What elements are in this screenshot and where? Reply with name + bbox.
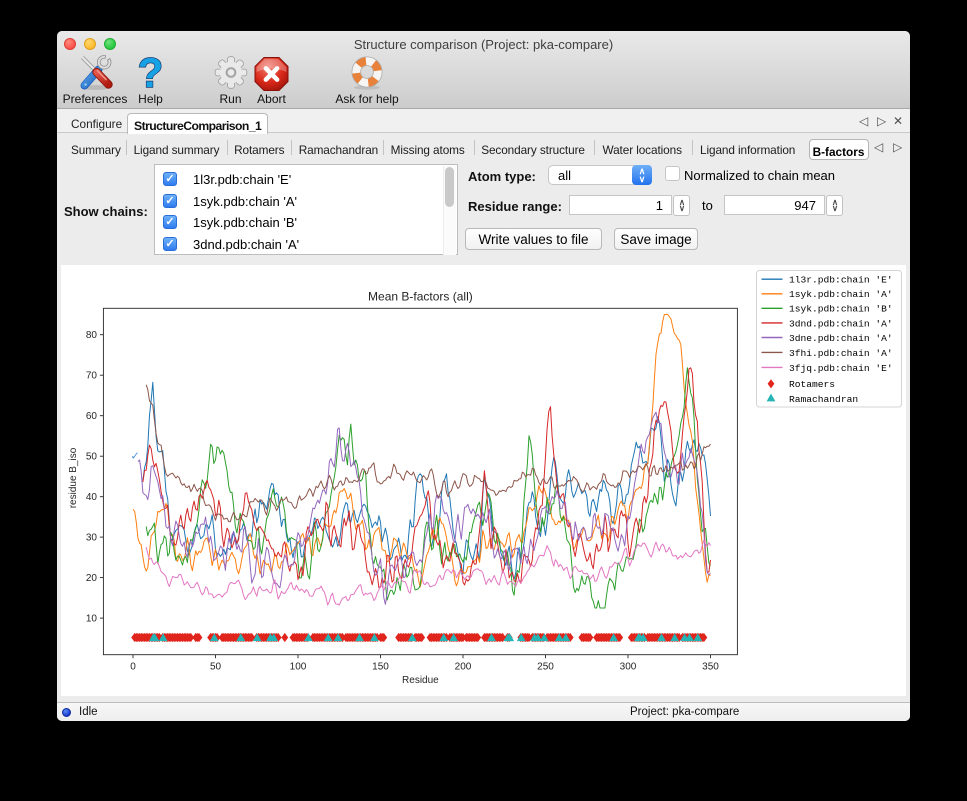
svg-text:60: 60 <box>86 411 98 422</box>
svg-text:3fhi.pdb:chain 'A': 3fhi.pdb:chain 'A' <box>789 348 893 359</box>
svg-text:300: 300 <box>620 662 637 673</box>
svg-text:250: 250 <box>537 662 554 673</box>
svg-text:residue B_iso: residue B_iso <box>68 447 79 508</box>
svg-text:350: 350 <box>702 662 719 673</box>
svg-text:20: 20 <box>86 573 98 584</box>
svg-text:10: 10 <box>86 614 98 625</box>
svg-text:1syk.pdb:chain 'A': 1syk.pdb:chain 'A' <box>789 289 893 300</box>
svg-text:70: 70 <box>86 371 98 382</box>
svg-text:50: 50 <box>210 662 222 673</box>
svg-text:3dnd.pdb:chain 'A': 3dnd.pdb:chain 'A' <box>789 318 893 329</box>
svg-text:Mean B-factors (all): Mean B-factors (all) <box>368 290 473 304</box>
svg-text:50: 50 <box>86 452 98 463</box>
svg-text:?: ? <box>138 49 164 96</box>
svg-text:30: 30 <box>86 533 98 544</box>
svg-text:40: 40 <box>86 492 98 503</box>
svg-text:3dne.pdb:chain 'A': 3dne.pdb:chain 'A' <box>789 333 893 344</box>
svg-text:Residue: Residue <box>402 675 439 686</box>
svg-text:1syk.pdb:chain 'B': 1syk.pdb:chain 'B' <box>789 304 893 315</box>
svg-text:150: 150 <box>372 662 389 673</box>
svg-text:3fjq.pdb:chain 'E': 3fjq.pdb:chain 'E' <box>789 363 893 374</box>
svg-text:80: 80 <box>86 330 98 341</box>
svg-text:Rotamers: Rotamers <box>789 379 835 390</box>
svg-text:200: 200 <box>455 662 472 673</box>
svg-text:Ramachandran: Ramachandran <box>789 394 858 405</box>
svg-text:100: 100 <box>290 662 307 673</box>
svg-text:0: 0 <box>130 662 136 673</box>
svg-text:1l3r.pdb:chain 'E': 1l3r.pdb:chain 'E' <box>789 275 893 286</box>
